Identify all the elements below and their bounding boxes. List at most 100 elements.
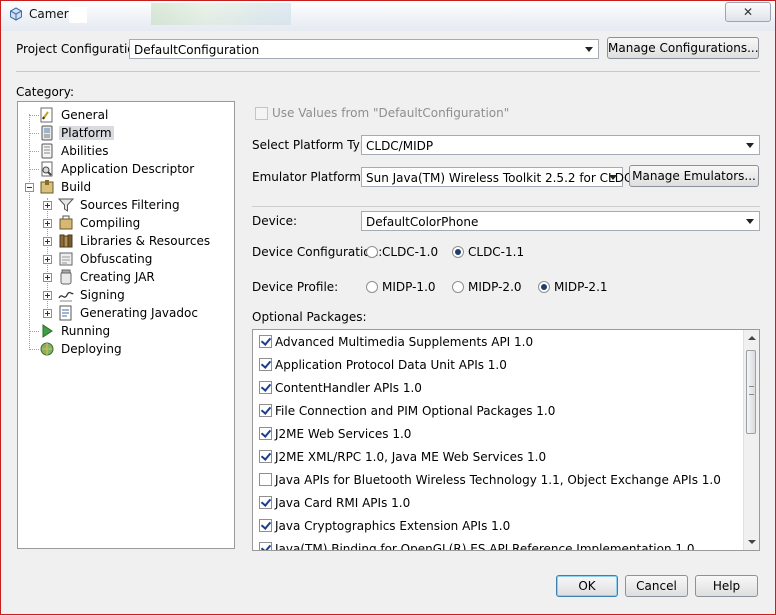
package-checkbox[interactable] — [259, 496, 272, 509]
platform-type-value: CLDC/MIDP — [366, 139, 434, 153]
package-label: J2ME Web Services 1.0 — [275, 427, 412, 441]
midp-1-0-label: MIDP-1.0 — [382, 280, 436, 294]
emulator-platform-dropdown[interactable]: Sun Java(TM) Wireless Toolkit 2.5.2 for … — [361, 167, 632, 187]
expand-toggle[interactable] — [43, 291, 52, 300]
tree-connector — [29, 169, 39, 170]
project-configuration-label: Project Configuration: — [16, 42, 147, 56]
filter-icon — [58, 198, 74, 212]
libraries-icon — [59, 234, 73, 248]
abilities-icon — [41, 143, 53, 159]
use-values-label: Use Values from "DefaultConfiguration" — [272, 106, 510, 120]
midp-2-1-label: MIDP-2.1 — [554, 280, 608, 294]
scroll-up-icon[interactable] — [748, 336, 756, 340]
package-label: Java APIs for Bluetooth Wireless Technol… — [275, 473, 721, 487]
chevron-down-icon — [746, 143, 754, 148]
optional-packages-label: Optional Packages: — [252, 310, 367, 324]
package-label: J2ME XML/RPC 1.0, Java ME Web Services 1… — [275, 450, 547, 464]
tree-connector — [29, 115, 39, 116]
tree-connector — [29, 114, 30, 350]
expand-toggle[interactable] — [43, 255, 52, 264]
run-icon — [42, 324, 53, 338]
expand-toggle[interactable] — [43, 201, 52, 210]
descriptor-icon — [41, 161, 53, 177]
platform-type-dropdown[interactable]: CLDC/MIDP — [361, 135, 760, 155]
cldc-1-1-radio[interactable] — [452, 246, 464, 258]
emulator-platform-label: Emulator Platform: — [252, 170, 366, 184]
package-label: Java(TM) Binding for OpenGL(R) ES API Re… — [275, 542, 695, 551]
package-label: Java Card RMI APIs 1.0 — [275, 496, 411, 510]
close-button[interactable]: ✕ — [725, 2, 771, 22]
tree-item-label: General — [61, 108, 109, 122]
project-configuration-dropdown[interactable]: DefaultConfiguration — [129, 39, 599, 59]
tree-item-label: Abilities — [61, 144, 109, 158]
package-checkbox[interactable] — [259, 358, 272, 371]
tree-connector — [29, 151, 39, 152]
cldc-1-1-label: CLDC-1.1 — [468, 245, 525, 259]
package-checkbox[interactable] — [259, 450, 272, 463]
ok-button[interactable]: OK — [556, 575, 618, 597]
tree-connector — [29, 331, 39, 332]
package-label: Advanced Multimedia Supplements API 1.0 — [275, 335, 534, 349]
optional-packages-list[interactable]: Advanced Multimedia Supplements API 1.0 … — [252, 329, 760, 551]
project-configuration-value: DefaultConfiguration — [134, 43, 260, 57]
package-label: File Connection and PIM Optional Package… — [275, 404, 556, 418]
tree-connector — [29, 349, 39, 350]
tree-item-label: Signing — [80, 288, 125, 302]
separator — [16, 71, 760, 72]
device-profile-label: Device Profile: — [252, 280, 339, 294]
tree-item-label: Sources Filtering — [80, 198, 180, 212]
device-configuration-label: Device Configuration: — [252, 245, 383, 259]
collapse-toggle[interactable] — [25, 183, 34, 192]
platform-type-label: Select Platform Type: — [252, 138, 379, 152]
javadoc-icon — [59, 305, 72, 321]
manage-configurations-button[interactable]: Manage Configurations... — [607, 37, 759, 59]
midp-1-0-radio[interactable] — [366, 281, 378, 293]
project-properties-dialog: Camera ✕ Project Configuration: DefaultC… — [0, 0, 776, 615]
category-tree[interactable]: General Platform Abilities Application D… — [17, 101, 235, 549]
expand-toggle[interactable] — [43, 237, 52, 246]
midp-2-1-radio[interactable] — [538, 281, 550, 293]
tree-item-label: Application Descriptor — [61, 162, 195, 176]
package-checkbox[interactable] — [259, 335, 272, 348]
cancel-button[interactable]: Cancel — [625, 575, 688, 597]
title-bar[interactable]: Camera ✕ — [1, 1, 775, 31]
tree-item-label: Running — [61, 324, 111, 338]
device-dropdown[interactable]: DefaultColorPhone — [361, 211, 760, 231]
cldc-1-0-radio[interactable] — [366, 246, 378, 258]
scrollbar-thumb[interactable] — [746, 350, 756, 434]
chevron-down-icon — [609, 175, 617, 180]
expand-toggle[interactable] — [43, 309, 52, 318]
tree-item-label: Build — [61, 180, 92, 194]
signing-icon — [58, 291, 74, 302]
package-checkbox[interactable] — [259, 519, 272, 532]
jar-icon — [60, 269, 72, 285]
package-label: ContentHandler APIs 1.0 — [275, 381, 422, 395]
separator — [252, 206, 760, 207]
scroll-down-icon[interactable] — [748, 540, 756, 544]
title-redaction — [69, 7, 87, 23]
background-window-ghost — [151, 3, 291, 25]
midp-2-0-radio[interactable] — [452, 281, 464, 293]
vertical-scrollbar[interactable] — [743, 330, 759, 550]
obfuscate-icon — [59, 252, 73, 266]
netbeans-project-icon — [10, 7, 22, 21]
build-icon — [40, 180, 54, 194]
package-label: Java Cryptographics Extension APIs 1.0 — [275, 519, 511, 533]
category-label: Category: — [16, 85, 74, 99]
tree-item-label: Compiling — [80, 216, 141, 230]
package-checkbox[interactable] — [259, 542, 272, 550]
cldc-1-0-label: CLDC-1.0 — [382, 245, 439, 259]
general-icon — [40, 107, 53, 123]
package-checkbox[interactable] — [259, 381, 272, 394]
package-checkbox[interactable] — [259, 404, 272, 417]
expand-toggle[interactable] — [43, 273, 52, 282]
expand-toggle[interactable] — [43, 219, 52, 228]
package-checkbox[interactable] — [259, 427, 272, 440]
package-checkbox[interactable] — [259, 473, 272, 486]
use-values-checkbox[interactable] — [255, 107, 268, 120]
chevron-down-icon — [746, 219, 754, 224]
manage-emulators-button[interactable]: Manage Emulators... — [629, 165, 759, 187]
tree-item-label: Creating JAR — [80, 270, 155, 284]
help-button[interactable]: Help — [695, 575, 758, 597]
device-value: DefaultColorPhone — [366, 215, 479, 229]
